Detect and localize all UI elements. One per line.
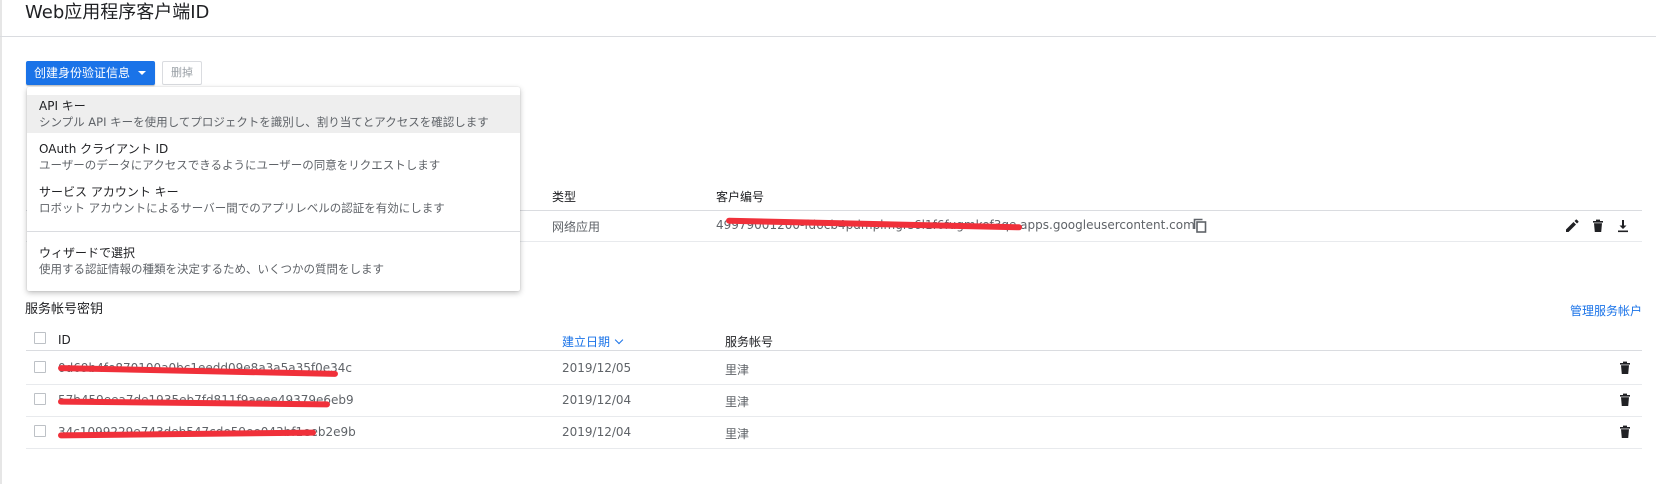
client-type: 网络应用 bbox=[552, 220, 601, 234]
credentials-page: Web应用程序客户端ID 创建身份验证信息 删掉 类型 客户编号 网络应用 49… bbox=[0, 0, 1656, 484]
menu-item-oauth-client-id[interactable]: OAuth クライアント ID ユーザーのデータにアクセスできるようにユーザーの… bbox=[27, 138, 520, 176]
pencil-icon[interactable] bbox=[1564, 218, 1580, 234]
menu-divider bbox=[27, 231, 520, 232]
column-header-id: ID bbox=[58, 333, 71, 347]
copy-icon[interactable] bbox=[1193, 218, 1207, 233]
left-border bbox=[0, 0, 2, 484]
dropdown-caret-icon bbox=[138, 71, 146, 75]
page-title: Web应用程序客户端ID bbox=[25, 2, 210, 23]
download-icon[interactable] bbox=[1615, 218, 1631, 234]
trash-icon[interactable] bbox=[1617, 424, 1633, 440]
select-all-checkbox[interactable] bbox=[34, 332, 46, 344]
service-account: 里津 bbox=[725, 363, 750, 377]
menu-item-title: OAuth クライアント ID bbox=[39, 142, 169, 156]
create-credentials-menu: API キー シンプル API キーを使用してプロジェクトを識別し、割り当てとア… bbox=[27, 87, 520, 291]
manage-service-accounts-link[interactable]: 管理服务帐户 bbox=[1570, 302, 1642, 319]
create-credentials-label: 创建身份验证信息 bbox=[34, 66, 131, 80]
table-row-divider bbox=[26, 384, 1642, 385]
trash-icon[interactable] bbox=[1590, 218, 1606, 234]
service-account: 里津 bbox=[725, 427, 750, 441]
created-date: 2019/12/04 bbox=[562, 393, 632, 407]
menu-item-service-account-key[interactable]: サービス アカウント キー ロボット アカウントによるサーバー間でのアプリレベル… bbox=[27, 181, 520, 219]
column-header-created-label: 建立日期 bbox=[562, 335, 611, 349]
trash-icon[interactable] bbox=[1617, 360, 1633, 376]
column-header-type: 类型 bbox=[552, 190, 577, 204]
menu-item-title: ウィザードで選択 bbox=[39, 246, 136, 260]
table-header-divider bbox=[26, 350, 1642, 351]
column-header-client-id: 客户编号 bbox=[716, 190, 765, 204]
row-checkbox[interactable] bbox=[34, 361, 46, 373]
chevron-down-icon bbox=[614, 335, 624, 345]
menu-item-description: ユーザーのデータにアクセスできるようにユーザーの同意をリクエストします bbox=[39, 158, 441, 172]
created-date: 2019/12/04 bbox=[562, 425, 632, 439]
row-checkbox[interactable] bbox=[34, 393, 46, 405]
menu-item-description: シンプル API キーを使用してプロジェクトを識別し、割り当てとアクセスを確認し… bbox=[39, 115, 489, 129]
created-date: 2019/12/05 bbox=[562, 361, 632, 375]
table-row-divider bbox=[26, 448, 1642, 449]
table-row-divider bbox=[26, 416, 1642, 417]
menu-item-title: サービス アカウント キー bbox=[39, 185, 179, 199]
column-header-service-account: 服务帐号 bbox=[725, 335, 774, 349]
menu-item-title: API キー bbox=[39, 99, 86, 113]
menu-item-description: ロボット アカウントによるサーバー間でのアプリレベルの認証を有効にします bbox=[39, 201, 445, 215]
delete-button[interactable]: 删掉 bbox=[162, 61, 202, 85]
service-account: 里津 bbox=[725, 395, 750, 409]
column-header-created-date[interactable]: 建立日期 bbox=[562, 333, 624, 350]
row-checkbox[interactable] bbox=[34, 425, 46, 437]
menu-item-description: 使用する認証情報の種類を決定するため、いくつかの質問をします bbox=[39, 262, 384, 276]
title-divider bbox=[0, 36, 1656, 37]
menu-item-wizard[interactable]: ウィザードで選択 使用する認証情報の種類を決定するため、いくつかの質問をします bbox=[27, 242, 520, 280]
section-title: 服务帐号密钥 bbox=[25, 302, 104, 317]
trash-icon[interactable] bbox=[1617, 392, 1633, 408]
menu-item-api-key[interactable]: API キー シンプル API キーを使用してプロジェクトを識別し、割り当てとア… bbox=[27, 95, 520, 133]
create-credentials-button[interactable]: 创建身份验证信息 bbox=[26, 61, 155, 85]
